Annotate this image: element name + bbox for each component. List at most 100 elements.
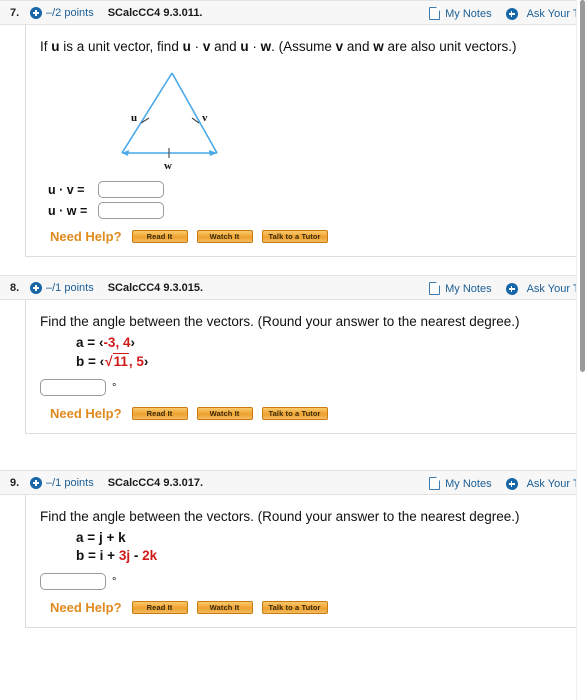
label-u: u (131, 112, 137, 124)
vector-name-a: a (76, 335, 84, 350)
talk-to-tutor-button[interactable]: Talk to a Tutor (261, 601, 328, 614)
question-body-8: Find the angle between the vectors. (Rou… (25, 300, 588, 434)
plus-circle-icon (505, 282, 518, 295)
triangle-vectors-diagram: u v w (121, 72, 218, 172)
square-root-icon: √11 (105, 353, 129, 369)
my-notes-label: My Notes (445, 7, 492, 20)
question-prompt-7: If u is a unit vector, find u · v and u … (40, 37, 560, 57)
vector-a-definition-9: a = j + k (76, 530, 574, 545)
comma: , (115, 335, 123, 350)
question-points-8: –/1 points (46, 281, 94, 294)
section-gap (0, 434, 588, 470)
prompt-text: . (Assume (271, 39, 336, 54)
my-notes-label: My Notes (445, 282, 492, 295)
answer-input-uw[interactable] (98, 202, 164, 219)
vector-a-expression: j + k (98, 530, 126, 545)
answer-label-uv: u · v = (48, 182, 85, 197)
vector-b-term-i: i + (99, 548, 119, 563)
question-header-8: 8. –/1 points SCalcCC4 9.3.015. My Notes… (0, 275, 588, 300)
question-block-7: 7. –/2 points SCalcCC4 9.3.011. My Notes… (0, 0, 588, 257)
my-notes-link-7[interactable]: My Notes (429, 7, 492, 20)
question-points-7: –/2 points (46, 6, 94, 19)
my-notes-link-8[interactable]: My Notes (429, 282, 492, 295)
prompt-vector-u: u (51, 39, 60, 54)
question-points-9: –/1 points (46, 476, 94, 489)
vertical-scrollbar-thumb[interactable] (580, 0, 585, 372)
vector-b-radicand: 11 (112, 353, 129, 369)
angle-close: › (143, 354, 149, 369)
read-it-button[interactable]: Read It (131, 601, 188, 614)
note-icon (429, 7, 441, 20)
triangle-side-v (171, 72, 218, 154)
vector-name-b: b (76, 354, 85, 369)
question-number-9: 9. (10, 476, 20, 489)
prompt-dot: · (190, 39, 203, 54)
equals-sign: = (88, 548, 96, 563)
question-prompt-8: Find the angle between the vectors. (Rou… (40, 314, 520, 329)
plus-circle-icon (505, 477, 518, 490)
note-icon (429, 477, 441, 490)
plus-circle-icon (505, 7, 518, 20)
need-help-row-7: Need Help? Read It Watch It Talk to a Tu… (50, 229, 574, 244)
equals-sign: = (87, 335, 96, 350)
question-code-9: SCalcCC4 9.3.017. (107, 476, 204, 489)
prompt-text: are also unit vectors.) (383, 39, 517, 54)
prompt-text: If (40, 39, 52, 54)
vector-b-term-j: 3j (118, 548, 131, 563)
prompt-text: and (210, 39, 241, 54)
talk-to-tutor-button[interactable]: Talk to a Tutor (261, 230, 328, 243)
vector-b-operator: - (130, 548, 143, 563)
prompt-text: and (343, 39, 374, 54)
talk-to-tutor-button[interactable]: Talk to a Tutor (261, 407, 328, 420)
question-header-9: 9. –/1 points SCalcCC4 9.3.017. My Notes… (0, 470, 588, 495)
my-notes-label: My Notes (445, 477, 492, 490)
question-block-9: 9. –/1 points SCalcCC4 9.3.017. My Notes… (0, 470, 588, 628)
question-body-9: Find the angle between the vectors. (Rou… (25, 495, 588, 628)
read-it-button[interactable]: Read It (131, 230, 188, 243)
my-notes-link-9[interactable]: My Notes (429, 477, 492, 490)
label-w: w (164, 160, 172, 170)
need-help-row-8: Need Help? Read It Watch It Talk to a Tu… (50, 406, 574, 421)
question-header-actions-9: My Notes Ask Your Teacher (429, 471, 588, 496)
answer-label-uw: u · w = (48, 203, 88, 218)
answer-input-uv[interactable] (98, 181, 164, 198)
watch-it-button[interactable]: Watch It (196, 230, 253, 243)
question-prompt-9: Find the angle between the vectors. (Rou… (40, 509, 520, 524)
vertical-scrollbar-track[interactable] (576, 0, 588, 700)
question-code-8: SCalcCC4 9.3.015. (107, 281, 204, 294)
triangle-side-u (121, 72, 173, 154)
read-it-button[interactable]: Read It (131, 407, 188, 420)
watch-it-button[interactable]: Watch It (196, 601, 253, 614)
answer-input-angle-9[interactable] (40, 573, 106, 590)
need-help-label: Need Help? (50, 600, 122, 615)
need-help-row-9: Need Help? Read It Watch It Talk to a Tu… (50, 600, 574, 615)
vector-b-term-k: 2k (142, 548, 158, 563)
angle-close: › (130, 335, 135, 350)
answer-row-uw: u · w = (48, 202, 574, 219)
prompt-vector-u: u (182, 39, 191, 54)
watch-it-button[interactable]: Watch It (196, 407, 253, 420)
degree-symbol: ° (112, 575, 117, 588)
answer-input-angle-8[interactable] (40, 379, 106, 396)
plus-circle-icon[interactable] (30, 476, 42, 489)
section-gap (0, 257, 588, 275)
assignment-page: 7. –/2 points SCalcCC4 9.3.011. My Notes… (0, 0, 588, 700)
vector-b-definition-8: b = ‹√11, 5› (76, 353, 574, 369)
need-help-label: Need Help? (50, 229, 122, 244)
triangle-figure: u v w (110, 65, 574, 175)
plus-circle-icon[interactable] (30, 6, 42, 19)
question-block-8: 8. –/1 points SCalcCC4 9.3.015. My Notes… (0, 275, 588, 434)
answer-row-angle-9: ° (40, 573, 574, 590)
prompt-vector-w: w (260, 39, 272, 54)
question-number-7: 7. (10, 6, 20, 19)
plus-circle-icon[interactable] (30, 281, 42, 294)
question-number-8: 8. (10, 281, 20, 294)
question-header-actions-8: My Notes Ask Your Teacher (429, 276, 588, 301)
vector-name-a: a (76, 530, 84, 545)
need-help-label: Need Help? (50, 406, 122, 421)
vector-b-comp2: 5 (136, 354, 144, 369)
question-header-actions-7: My Notes Ask Your Teacher (429, 1, 588, 26)
question-code-7: SCalcCC4 9.3.011. (107, 6, 203, 19)
vector-a-comp1: -3 (103, 335, 116, 350)
prompt-vector-w: w (373, 39, 384, 54)
